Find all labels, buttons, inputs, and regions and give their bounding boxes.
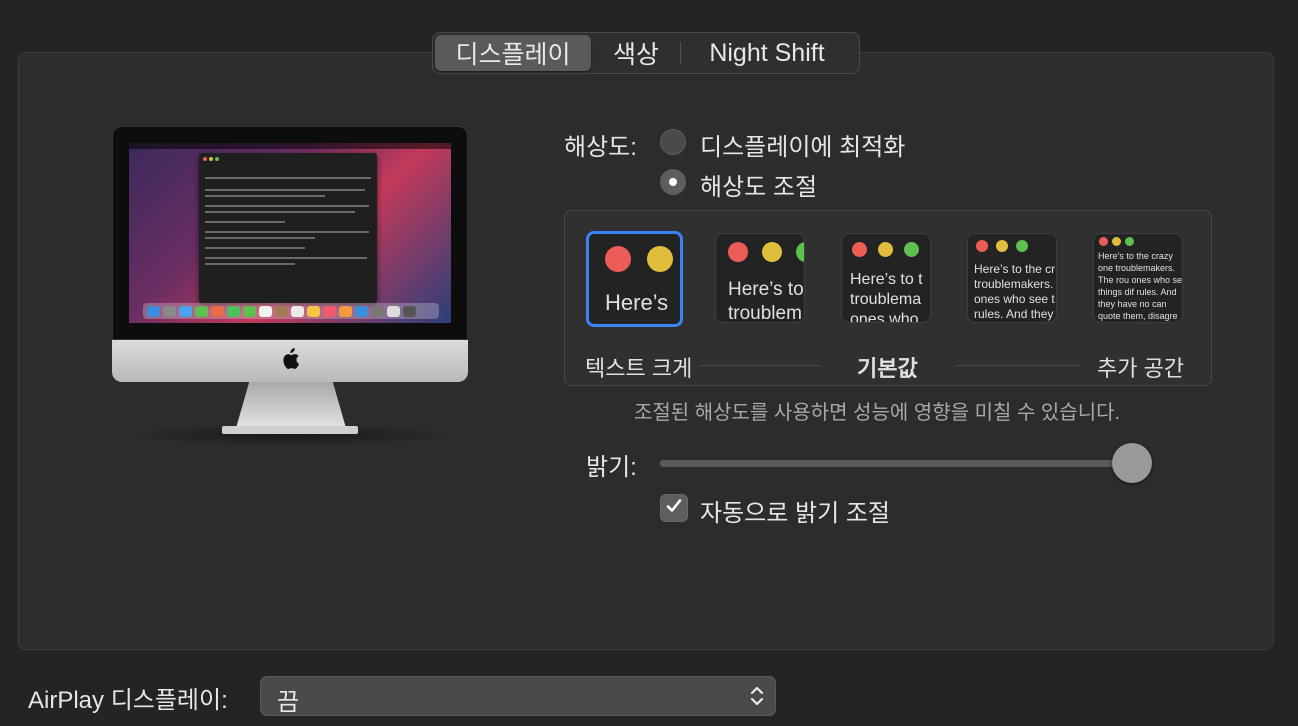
radio-optimized[interactable]: [660, 129, 686, 155]
tab-color[interactable]: 색상: [592, 35, 680, 71]
green-dot-icon: [796, 242, 804, 262]
text-line: [205, 257, 367, 259]
red-dot-icon: [605, 246, 631, 272]
auto-brightness-label[interactable]: 자동으로 밝기 조절: [700, 493, 890, 528]
green-dot-icon: [1125, 237, 1134, 246]
airplay-label: AirPlay 디스플레이:: [28, 687, 228, 714]
scale-preview-text: Here’s to the cr troublemakers. ones who…: [974, 262, 1056, 321]
text-line: [205, 211, 355, 213]
radio-optimized-label[interactable]: 디스플레이에 최적화: [700, 127, 905, 162]
scale-label-larger-text: 텍스트 크게: [585, 356, 693, 381]
text-line: [205, 205, 369, 207]
window-close-dot: [203, 157, 207, 161]
scale-preview-text: Here’s: [605, 290, 669, 315]
text-line: [205, 247, 305, 249]
brightness-slider-track[interactable]: [660, 460, 1150, 467]
imac-dock: [143, 303, 439, 319]
airplay-popup-value: 끔: [277, 689, 300, 716]
text-line: [205, 237, 315, 239]
red-dot-icon: [1099, 237, 1108, 246]
window-zoom-dot: [215, 157, 219, 161]
imac-text-window: [199, 153, 377, 303]
red-dot-icon: [976, 240, 988, 252]
yellow-dot-icon: [647, 246, 673, 272]
yellow-dot-icon: [1112, 237, 1121, 246]
scale-option-4[interactable]: Here’s to the cr troublemakers. ones who…: [967, 233, 1057, 323]
checkmark-icon: [665, 495, 683, 521]
brightness-label: 밝기:: [586, 454, 637, 481]
imac-bezel: [112, 126, 468, 340]
green-dot-icon: [904, 242, 919, 257]
brightness-slider-fill: [660, 460, 1131, 467]
scale-label-more-space: 추가 공간: [1097, 356, 1185, 381]
scale-preview-text: Here’s to the crazy one troublemakers. T…: [1098, 251, 1183, 321]
tab-display[interactable]: 디스플레이: [435, 35, 591, 71]
scale-divider: [699, 365, 821, 366]
scale-preview-text: Here’s to t troublema ones who: [850, 271, 923, 323]
airplay-popup[interactable]: 끔: [260, 676, 776, 716]
yellow-dot-icon: [878, 242, 893, 257]
up-down-chevron-icon: [749, 683, 765, 709]
scale-preview-text: Here’s to troublem: [728, 279, 804, 323]
imac-foot: [222, 426, 358, 434]
text-line: [205, 195, 325, 197]
tab-night-shift[interactable]: Night Shift: [681, 35, 853, 71]
scale-option-more-space[interactable]: Here’s to the crazy one troublemakers. T…: [1093, 233, 1183, 323]
red-dot-icon: [852, 242, 867, 257]
yellow-dot-icon: [762, 242, 782, 262]
window-minimize-dot: [209, 157, 213, 161]
imac-illustration: [112, 126, 468, 446]
text-line: [205, 221, 285, 223]
scale-option-larger-text[interactable]: Here’s: [586, 231, 683, 327]
imac-chin: [112, 340, 468, 382]
performance-note: 조절된 해상도를 사용하면 성능에 영향을 미칠 수 있습니다.: [634, 402, 1121, 424]
scaling-options: Here’s Here’s to troublem Here’s to t tr…: [564, 210, 1212, 386]
imac-menubar: [129, 143, 451, 149]
resolution-label: 해상도:: [564, 134, 637, 161]
imac-screen: [129, 143, 451, 323]
scale-label-default: 기본값: [857, 356, 918, 381]
apple-logo-icon: [280, 348, 300, 376]
imac-stand: [236, 382, 346, 428]
brightness-slider-knob[interactable]: [1112, 443, 1152, 483]
radio-scaled[interactable]: [660, 169, 686, 195]
text-line: [205, 231, 369, 233]
radio-scaled-label[interactable]: 해상도 조절: [700, 167, 817, 202]
tab-bar: 디스플레이 색상 Night Shift: [432, 32, 860, 74]
red-dot-icon: [728, 242, 748, 262]
text-line: [205, 189, 365, 191]
scale-divider: [955, 365, 1079, 366]
auto-brightness-checkbox[interactable]: [660, 494, 688, 522]
text-line: [205, 263, 295, 265]
green-dot-icon: [1016, 240, 1028, 252]
scale-option-2[interactable]: Here’s to troublem: [715, 233, 805, 323]
text-line: [205, 177, 371, 179]
scale-option-default[interactable]: Here’s to t troublema ones who: [841, 233, 931, 323]
yellow-dot-icon: [996, 240, 1008, 252]
